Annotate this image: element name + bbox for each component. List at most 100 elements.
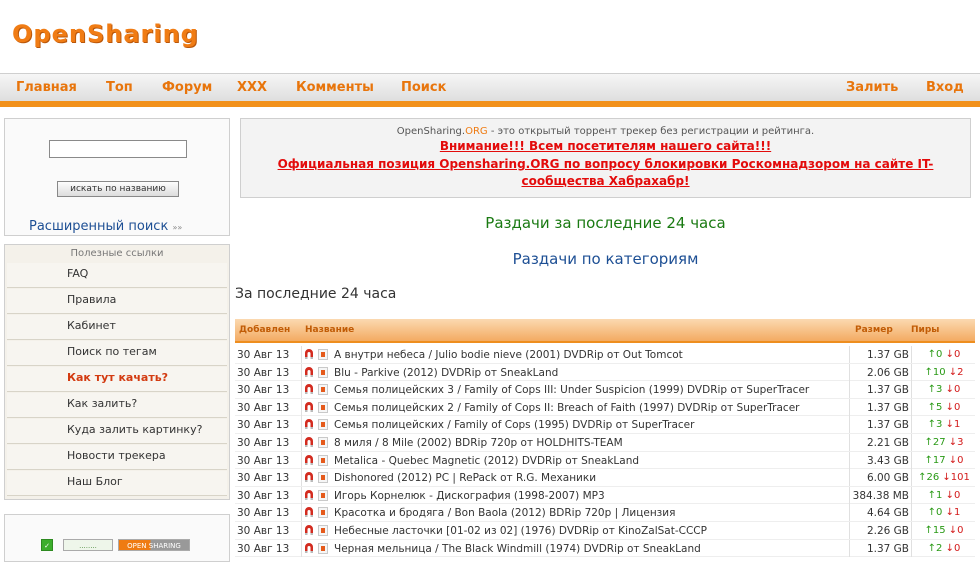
arrow-down-icon: ↓ [945,419,954,431]
column-divider [849,363,850,381]
nav-forum[interactable]: Форум [162,80,212,95]
magnet-icon[interactable] [304,524,314,536]
category-icon[interactable] [318,507,328,519]
row-date: 30 Авг 13 [237,349,290,361]
sidebar-item-image-upload[interactable]: Куда залить картинку? [7,419,227,444]
column-divider [849,539,850,557]
row-title-link[interactable]: Небесные ласточки [01-02 из 02] (1976) D… [334,525,849,537]
arrow-up-icon: ↑ [927,419,937,431]
category-icon[interactable] [318,436,328,448]
sidebar-item-tag-search[interactable]: Поиск по тегам [7,341,227,366]
row-leeches: 0 [953,489,961,501]
recent-24h-link[interactable]: Раздачи за последние 24 часа [240,214,971,232]
row-title-link[interactable]: Семья полицейских 2 / Family of Cops II:… [334,402,849,414]
category-icon[interactable] [318,401,328,413]
category-icon[interactable] [318,542,328,554]
magnet-icon[interactable] [304,489,314,501]
row-title-link[interactable]: Черная мельница / The Black Windmill (19… [334,543,849,555]
magnet-icon[interactable] [304,419,314,430]
nav-xxx[interactable]: XXX [237,80,267,95]
search-input[interactable] [49,140,187,158]
row-seeds: 0 [936,507,943,519]
sidebar-item-how-to-download[interactable]: Как тут качать? [7,367,227,392]
category-icon[interactable] [318,454,328,466]
row-icons [304,524,332,537]
magnet-icon[interactable] [304,472,314,483]
sidebar-item-faq[interactable]: FAQ [7,263,227,288]
magnet-icon[interactable] [304,401,314,413]
category-icon[interactable] [318,384,328,396]
row-date: 30 Авг 13 [237,542,290,555]
nav-search[interactable]: Поиск [401,80,446,95]
sidebar-item-cabinet[interactable]: Кабинет [7,315,227,340]
arrow-down-icon: ↓ [948,454,958,466]
header-size[interactable]: Размер [855,325,893,335]
arrow-down-icon: ↓ [945,349,954,360]
magnet-icon[interactable] [304,507,314,518]
row-peers: ↑2 ↓0 [913,543,975,554]
row-size: 2.21 GB [866,436,909,449]
row-date: 30 Авг 13 [237,472,290,485]
header-title[interactable]: Название [305,325,354,335]
row-title-link[interactable]: А внутри небеса / Julio bodie nieve (200… [334,349,849,361]
search-button[interactable]: искать по названию [57,181,179,197]
row-seeds: 5 [936,401,943,413]
arrow-up-icon: ↑ [927,507,937,519]
row-title-link[interactable]: Игорь Корнелюк - Дискография (1998-2007)… [334,490,849,502]
nav-comments[interactable]: Комменты [296,80,374,95]
header-date[interactable]: Добавлен [239,325,290,335]
useful-links-title: Полезные ссылки [70,248,164,259]
nav-login[interactable]: Вход [926,80,964,95]
sidebar-item-rules[interactable]: Правила [7,289,227,314]
sidebar-item-blog[interactable]: Наш Блог [7,471,227,496]
header-peers[interactable]: Пиры [911,325,939,335]
category-icon[interactable] [318,489,328,501]
row-title-link[interactable]: Семья полицейских 3 / Family of Cops III… [334,384,849,396]
double-chevron-right-icon: »» [172,223,183,232]
column-divider [911,451,912,469]
category-icon[interactable] [318,419,328,431]
banner-1[interactable]: ........ [63,539,113,551]
sidebar-item-how-to-upload[interactable]: Как залить? [7,393,227,418]
magnet-icon[interactable] [304,366,314,378]
row-title-link[interactable]: Blu - Parkive (2012) DVDRip от SneakLand [334,367,849,379]
by-category-link[interactable]: Раздачи по категориям [240,250,971,268]
advanced-search-link[interactable]: Расширенный поиск »» [29,219,182,234]
category-icon[interactable] [318,366,328,378]
banner-opensharing[interactable]: OPEN SHARING [118,539,190,551]
magnet-icon[interactable] [304,384,314,395]
notice-alert-link[interactable]: Внимание!!! Всем посетителям нашего сайт… [241,139,970,153]
arrow-up-icon: ↑ [927,401,937,413]
row-title-link[interactable]: Dishonored (2012) PC | RePack от R.G. Ме… [334,472,849,484]
sidebar-item-tracker-news[interactable]: Новости трекера [7,445,227,470]
row-title-link[interactable]: 8 миля / 8 Mile (2002) BDRip 720p от HOL… [334,437,849,449]
row-title-link[interactable]: Семья полицейских / Family of Cops (1995… [334,419,849,431]
arrow-up-icon: ↑ [927,542,937,554]
arrow-down-icon: ↓ [948,436,958,448]
row-title-link[interactable]: Metalica - Quebec Magnetic (2012) DVDRip… [334,455,849,467]
row-icons [304,366,332,379]
row-leeches: 0 [953,542,961,554]
site-logo[interactable]: OpenSharing [12,20,199,48]
table-row: 30 Авг 13 Dishonored (2012) PC | RePack о… [235,469,975,487]
nav-top[interactable]: Топ [106,80,133,95]
row-size: 1.37 GB [866,419,909,432]
magnet-icon[interactable] [304,454,314,466]
nav-upload[interactable]: Залить [846,80,898,95]
row-icons [304,454,332,467]
row-title-link[interactable]: Красотка и бродяга / Bon Baola (2012) BD… [334,507,849,519]
row-icons [304,401,332,414]
category-icon[interactable] [318,349,328,360]
table-row: 30 Авг 13 Небесные ласточки [01-02 из 02]… [235,521,975,540]
row-peers: ↑3 ↓1 [913,419,975,430]
row-peers: ↑0 ↓0 [913,349,975,360]
category-icon[interactable] [318,524,328,536]
magnet-icon[interactable] [304,436,314,448]
category-icon[interactable] [318,472,328,484]
magnet-icon[interactable] [304,349,314,360]
nav-home[interactable]: Главная [16,80,77,95]
magnet-icon[interactable] [304,542,314,554]
notice-position-link[interactable]: Официальная позиция Opensharing.ORG по в… [241,156,970,190]
notice-box: OpenSharing.ORG - это открытый торрент т… [240,118,971,198]
arrow-down-icon: ↓ [945,542,954,554]
